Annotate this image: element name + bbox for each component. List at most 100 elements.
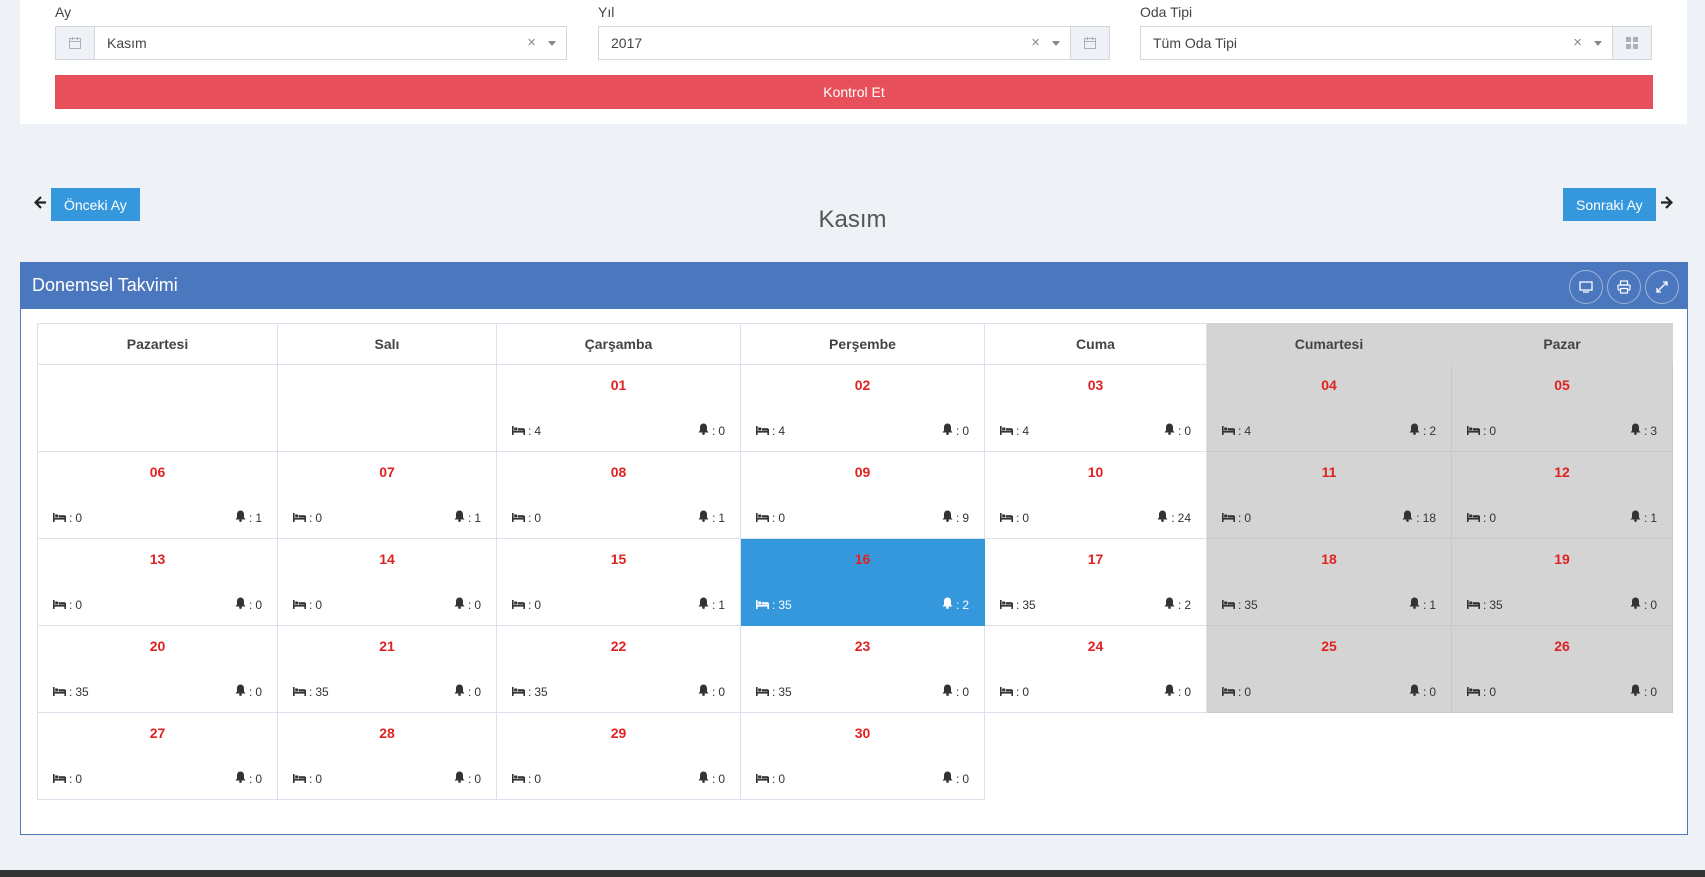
stat-separator: : — [1483, 424, 1487, 438]
calendar-day-cell[interactable]: 09: 0: 9 — [740, 451, 985, 539]
stat-separator: : — [248, 771, 253, 786]
bell-icon — [1164, 423, 1175, 438]
bell-count: 0 — [718, 684, 725, 699]
day-number: 04 — [1321, 377, 1337, 393]
stat-separator: : — [467, 597, 472, 612]
bell-icon — [942, 510, 953, 525]
calendar-day-cell[interactable]: 10: 0: 24 — [984, 451, 1207, 539]
calendar-day-cell[interactable]: 06: 0: 1 — [37, 451, 278, 539]
bed-count: 0 — [534, 511, 542, 525]
month-label: Ay — [55, 4, 72, 20]
calendar-day-cell[interactable]: 14: 0: 0 — [277, 538, 497, 626]
calendar-day-cell[interactable]: 15: 0: 1 — [496, 538, 741, 626]
day-number: 28 — [379, 725, 395, 741]
calendar-day-cell[interactable]: 29: 0: 0 — [496, 712, 741, 800]
calendar-day-cell[interactable]: 12: 0: 1 — [1451, 451, 1673, 539]
kontrol-et-button[interactable]: Kontrol Et — [55, 75, 1653, 109]
bed-count: 35 — [1244, 598, 1258, 612]
year-clear-icon[interactable]: × — [1031, 34, 1040, 51]
year-select[interactable]: 2017 × — [599, 27, 1070, 59]
stat-separator: : — [772, 511, 776, 525]
day-number: 16 — [854, 551, 871, 567]
bed-stat: : 0 — [512, 511, 541, 525]
calendar-empty-cell — [37, 364, 278, 452]
calendar-day-cell[interactable]: 30: 0: 0 — [740, 712, 985, 800]
calendar-day-cell[interactable]: 27: 0: 0 — [37, 712, 278, 800]
stat-separator: : — [69, 511, 73, 525]
calendar-day-cell[interactable]: 19: 35: 0 — [1451, 538, 1673, 626]
calendar-day-cell[interactable]: 08: 0: 1 — [496, 451, 741, 539]
bed-stat: : 0 — [293, 772, 322, 786]
calendar-day-cell[interactable]: 11: 0: 18 — [1206, 451, 1452, 539]
month-select[interactable]: Kasım × — [95, 27, 566, 59]
bed-stat: : 4 — [1000, 424, 1029, 438]
calendar-day-cell[interactable]: 23: 35: 0 — [740, 625, 985, 713]
bed-count: 0 — [1022, 685, 1030, 699]
calendar-day-cell[interactable]: 07: 0: 1 — [277, 451, 497, 539]
calendar-day-cell[interactable]: 03: 4: 0 — [984, 364, 1207, 452]
bed-stat: : 35 — [1222, 598, 1258, 612]
calendar-day-cell[interactable]: 04: 4: 2 — [1206, 364, 1452, 452]
calendar-day-cell[interactable]: 16: 35: 2 — [740, 538, 985, 626]
bed-icon — [512, 685, 525, 699]
calendar-day-cell[interactable]: 22: 35: 0 — [496, 625, 741, 713]
bell-icon — [698, 510, 709, 525]
chevron-down-icon[interactable] — [548, 41, 556, 46]
calendar-day-cell[interactable]: 17: 35: 2 — [984, 538, 1207, 626]
room-type-clear-icon[interactable]: × — [1573, 34, 1582, 51]
calendar-day-cell[interactable]: 24: 0: 0 — [984, 625, 1207, 713]
bed-count: 0 — [778, 772, 786, 786]
bed-stat: : 35 — [512, 685, 548, 699]
bed-stat: : 0 — [53, 598, 82, 612]
bell-stat: : 2 — [1409, 423, 1436, 438]
bell-stat: : 0 — [1630, 684, 1657, 699]
room-type-select-value: Tüm Oda Tipi — [1153, 35, 1238, 51]
stat-separator: : — [1016, 598, 1020, 612]
bell-stat: : 0 — [1630, 597, 1657, 612]
bed-count: 35 — [1022, 598, 1036, 612]
calendar-day-cell[interactable]: 01: 4: 0 — [496, 364, 741, 452]
stat-separator: : — [467, 771, 472, 786]
day-number: 19 — [1554, 551, 1570, 567]
calendar-day-cell[interactable]: 20: 35: 0 — [37, 625, 278, 713]
calendar-day-cell[interactable]: 18: 35: 1 — [1206, 538, 1452, 626]
bell-icon — [1164, 597, 1175, 612]
bed-count: 0 — [1244, 685, 1252, 699]
calendar-day-cell[interactable]: 25: 0: 0 — [1206, 625, 1452, 713]
calendar-day-cell[interactable]: 26: 0: 0 — [1451, 625, 1673, 713]
bed-stat: : 0 — [1000, 511, 1029, 525]
bell-stat: : 3 — [1630, 423, 1657, 438]
fullscreen-icon[interactable] — [1645, 270, 1679, 304]
calendar-day-cell[interactable]: 05: 0: 3 — [1451, 364, 1673, 452]
month-clear-icon[interactable]: × — [527, 34, 536, 51]
calendar-day-cell[interactable]: 02: 4: 0 — [740, 364, 985, 452]
month-select-group[interactable]: Kasım × — [55, 26, 567, 60]
calendar-day-cell[interactable]: 13: 0: 0 — [37, 538, 278, 626]
filter-panel: Ay Kasım × Yıl 2017 × Oda Tipi Tüm Oda T… — [20, 0, 1687, 124]
monitor-icon[interactable] — [1569, 270, 1603, 304]
calendar-icon — [1070, 27, 1109, 59]
bell-count: 0 — [1650, 684, 1657, 699]
bell-count: 0 — [474, 684, 481, 699]
room-type-select-group[interactable]: Tüm Oda Tipi × — [1140, 26, 1652, 60]
bed-icon — [53, 685, 66, 699]
calendar-day-cell[interactable]: 28: 0: 0 — [277, 712, 497, 800]
chevron-down-icon[interactable] — [1594, 41, 1602, 46]
stat-separator: : — [1238, 424, 1242, 438]
bed-count: 35 — [1489, 598, 1503, 612]
calendar-day-cell[interactable]: 21: 35: 0 — [277, 625, 497, 713]
weekday-header: Perşembe — [740, 323, 985, 365]
day-number: 20 — [149, 638, 166, 654]
weekday-header: Pazartesi — [37, 323, 278, 365]
print-icon[interactable] — [1607, 270, 1641, 304]
bell-stat: : 2 — [942, 597, 969, 612]
year-select-group[interactable]: 2017 × — [598, 26, 1110, 60]
room-type-select[interactable]: Tüm Oda Tipi × — [1141, 27, 1612, 59]
bell-icon — [698, 423, 709, 438]
stat-separator: : — [1483, 685, 1487, 699]
bed-icon — [512, 598, 525, 612]
stat-separator: : — [1177, 597, 1182, 612]
bed-stat: : 35 — [1000, 598, 1036, 612]
chevron-down-icon[interactable] — [1052, 41, 1060, 46]
bell-stat: : 0 — [235, 771, 262, 786]
